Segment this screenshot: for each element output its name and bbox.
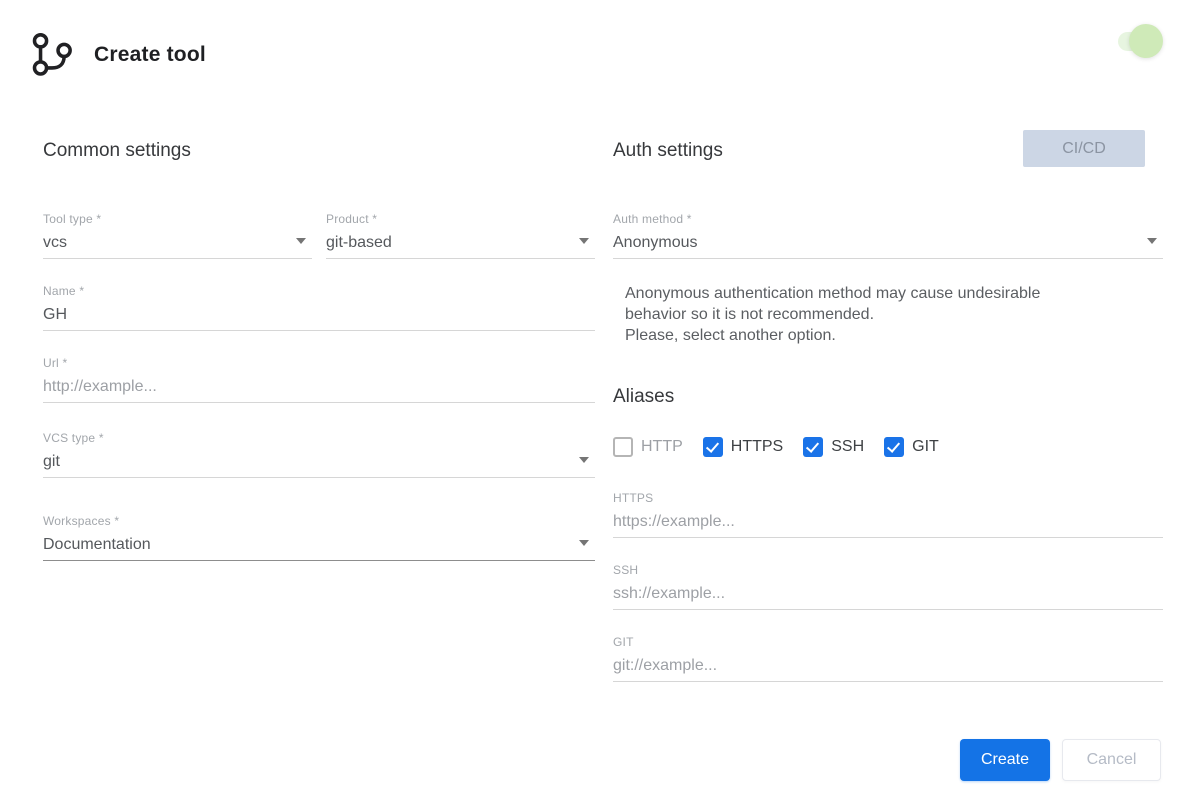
- toggle-knob: [1129, 24, 1163, 58]
- tool-type-select[interactable]: Tool type * vcs: [43, 212, 312, 259]
- git-branch-icon: [32, 33, 72, 76]
- auth-method-label: Auth method *: [613, 212, 692, 226]
- tool-type-value: vcs: [43, 234, 67, 251]
- checkbox-git[interactable]: GIT: [884, 437, 939, 457]
- checkbox-ssh-label: SSH: [831, 438, 865, 455]
- product-label: Product *: [326, 212, 378, 226]
- checkbox-ssh[interactable]: SSH: [803, 437, 864, 457]
- checkbox-icon[interactable]: [613, 437, 633, 457]
- checkbox-git-label: GIT: [912, 438, 939, 455]
- name-field-wrap: Name *: [43, 284, 595, 331]
- https-field-wrap: HTTPS: [613, 491, 1163, 538]
- name-label: Name *: [43, 284, 85, 298]
- checkbox-icon[interactable]: [702, 437, 723, 457]
- page-title: Create tool: [94, 43, 206, 66]
- checkbox-http-label: HTTP: [641, 438, 683, 455]
- vcs-type-value: git: [43, 453, 60, 470]
- workspaces-select[interactable]: Workspaces * Documentation: [43, 514, 595, 561]
- checkbox-https-label: HTTPS: [730, 438, 784, 455]
- header: Create tool: [27, 30, 206, 80]
- checkbox-icon[interactable]: [803, 437, 824, 457]
- ssh-input[interactable]: [613, 584, 1163, 604]
- url-label: Url *: [43, 356, 68, 370]
- auth-warning-text: Anonymous authentication method may caus…: [613, 283, 1085, 346]
- checkbox-icon[interactable]: [884, 437, 905, 457]
- cancel-button[interactable]: Cancel: [1062, 739, 1161, 781]
- aliases-heading: Aliases: [613, 386, 675, 407]
- url-field-wrap: Url *: [43, 356, 595, 403]
- create-button[interactable]: Create: [960, 739, 1050, 781]
- workspaces-label: Workspaces *: [43, 514, 120, 528]
- vcs-type-label: VCS type *: [43, 431, 104, 445]
- aliases-checkbox-row: HTTP HTTPS SSH GIT: [613, 437, 1163, 457]
- enabled-toggle[interactable]: [1118, 24, 1163, 58]
- chevron-down-icon: [579, 540, 589, 546]
- auth-method-select[interactable]: Auth method * Anonymous: [613, 212, 1163, 259]
- workspaces-value: Documentation: [43, 536, 151, 553]
- chevron-down-icon: [296, 238, 306, 244]
- chevron-down-icon: [579, 238, 589, 244]
- vcs-type-select[interactable]: VCS type * git: [43, 431, 595, 478]
- git-field-wrap: GIT: [613, 635, 1163, 682]
- https-label: HTTPS: [613, 491, 654, 505]
- form-body: Common settings Tool type * vcs Product …: [43, 130, 1163, 682]
- product-select[interactable]: Product * git-based: [326, 212, 595, 259]
- https-input[interactable]: [613, 512, 1163, 532]
- common-settings-heading: Common settings: [43, 140, 191, 161]
- common-settings-section: Common settings Tool type * vcs Product …: [43, 138, 595, 682]
- name-input[interactable]: [43, 305, 595, 325]
- chevron-down-icon: [579, 457, 589, 463]
- ssh-field-wrap: SSH: [613, 563, 1163, 610]
- tool-type-label: Tool type *: [43, 212, 102, 226]
- checkbox-https[interactable]: HTTPS: [702, 437, 784, 457]
- product-value: git-based: [326, 234, 392, 251]
- git-input[interactable]: [613, 656, 1163, 676]
- auth-warning-line1: Anonymous authentication method may caus…: [625, 285, 1041, 323]
- cicd-button[interactable]: CI/CD: [1023, 130, 1145, 167]
- checkbox-http[interactable]: HTTP: [613, 437, 683, 457]
- auth-method-value: Anonymous: [613, 234, 698, 251]
- chevron-down-icon: [1147, 238, 1157, 244]
- url-input[interactable]: [43, 377, 595, 397]
- auth-settings-section: Auth settings CI/CD Auth method * Anonym…: [613, 130, 1163, 682]
- auth-warning-line2: Please, select another option.: [625, 327, 836, 344]
- git-label: GIT: [613, 635, 634, 649]
- ssh-label: SSH: [613, 563, 639, 577]
